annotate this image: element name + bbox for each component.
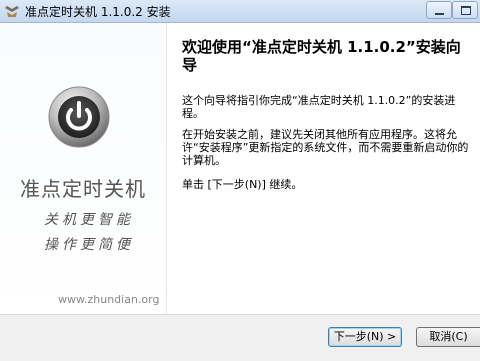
cancel-button[interactable]: 取消(C) bbox=[416, 327, 480, 347]
installer-app-icon bbox=[5, 6, 19, 17]
product-name: 准点定时关机 bbox=[20, 177, 146, 201]
maximize-button[interactable] bbox=[452, 1, 478, 19]
advice-paragraph: 在开始安装之前，建议先关闭其他所有应用程序。这将允许“安装程序”更新指定的系统文… bbox=[182, 128, 469, 167]
welcome-heading: 欢迎使用“准点定时关机 1.1.0.2”安装向导 bbox=[182, 38, 461, 74]
website-label: www.zhundian.org bbox=[58, 293, 160, 306]
footer-bar bbox=[0, 315, 480, 361]
intro-paragraph: 这个向导将指引你完成“准点定时关机 1.1.0.2”的安装进程。 bbox=[182, 94, 456, 120]
window-title: 准点定时关机 1.1.0.2 安装 bbox=[25, 5, 171, 19]
next-button[interactable]: 下一步(N) > bbox=[328, 327, 402, 347]
slogan-line-2: 操作更简便 bbox=[44, 237, 134, 253]
continue-instruction: 单击 [下一步(N)] 继续。 bbox=[182, 178, 303, 191]
side-banner: 准点定时关机 关机更智能 操作更简便 www.zhundian.org bbox=[0, 23, 167, 314]
slogan-line-1: 关机更智能 bbox=[44, 212, 134, 228]
power-icon bbox=[48, 86, 110, 148]
title-bar[interactable]: 准点定时关机 1.1.0.2 安装 bbox=[0, 0, 480, 23]
minimize-button[interactable] bbox=[426, 1, 452, 19]
